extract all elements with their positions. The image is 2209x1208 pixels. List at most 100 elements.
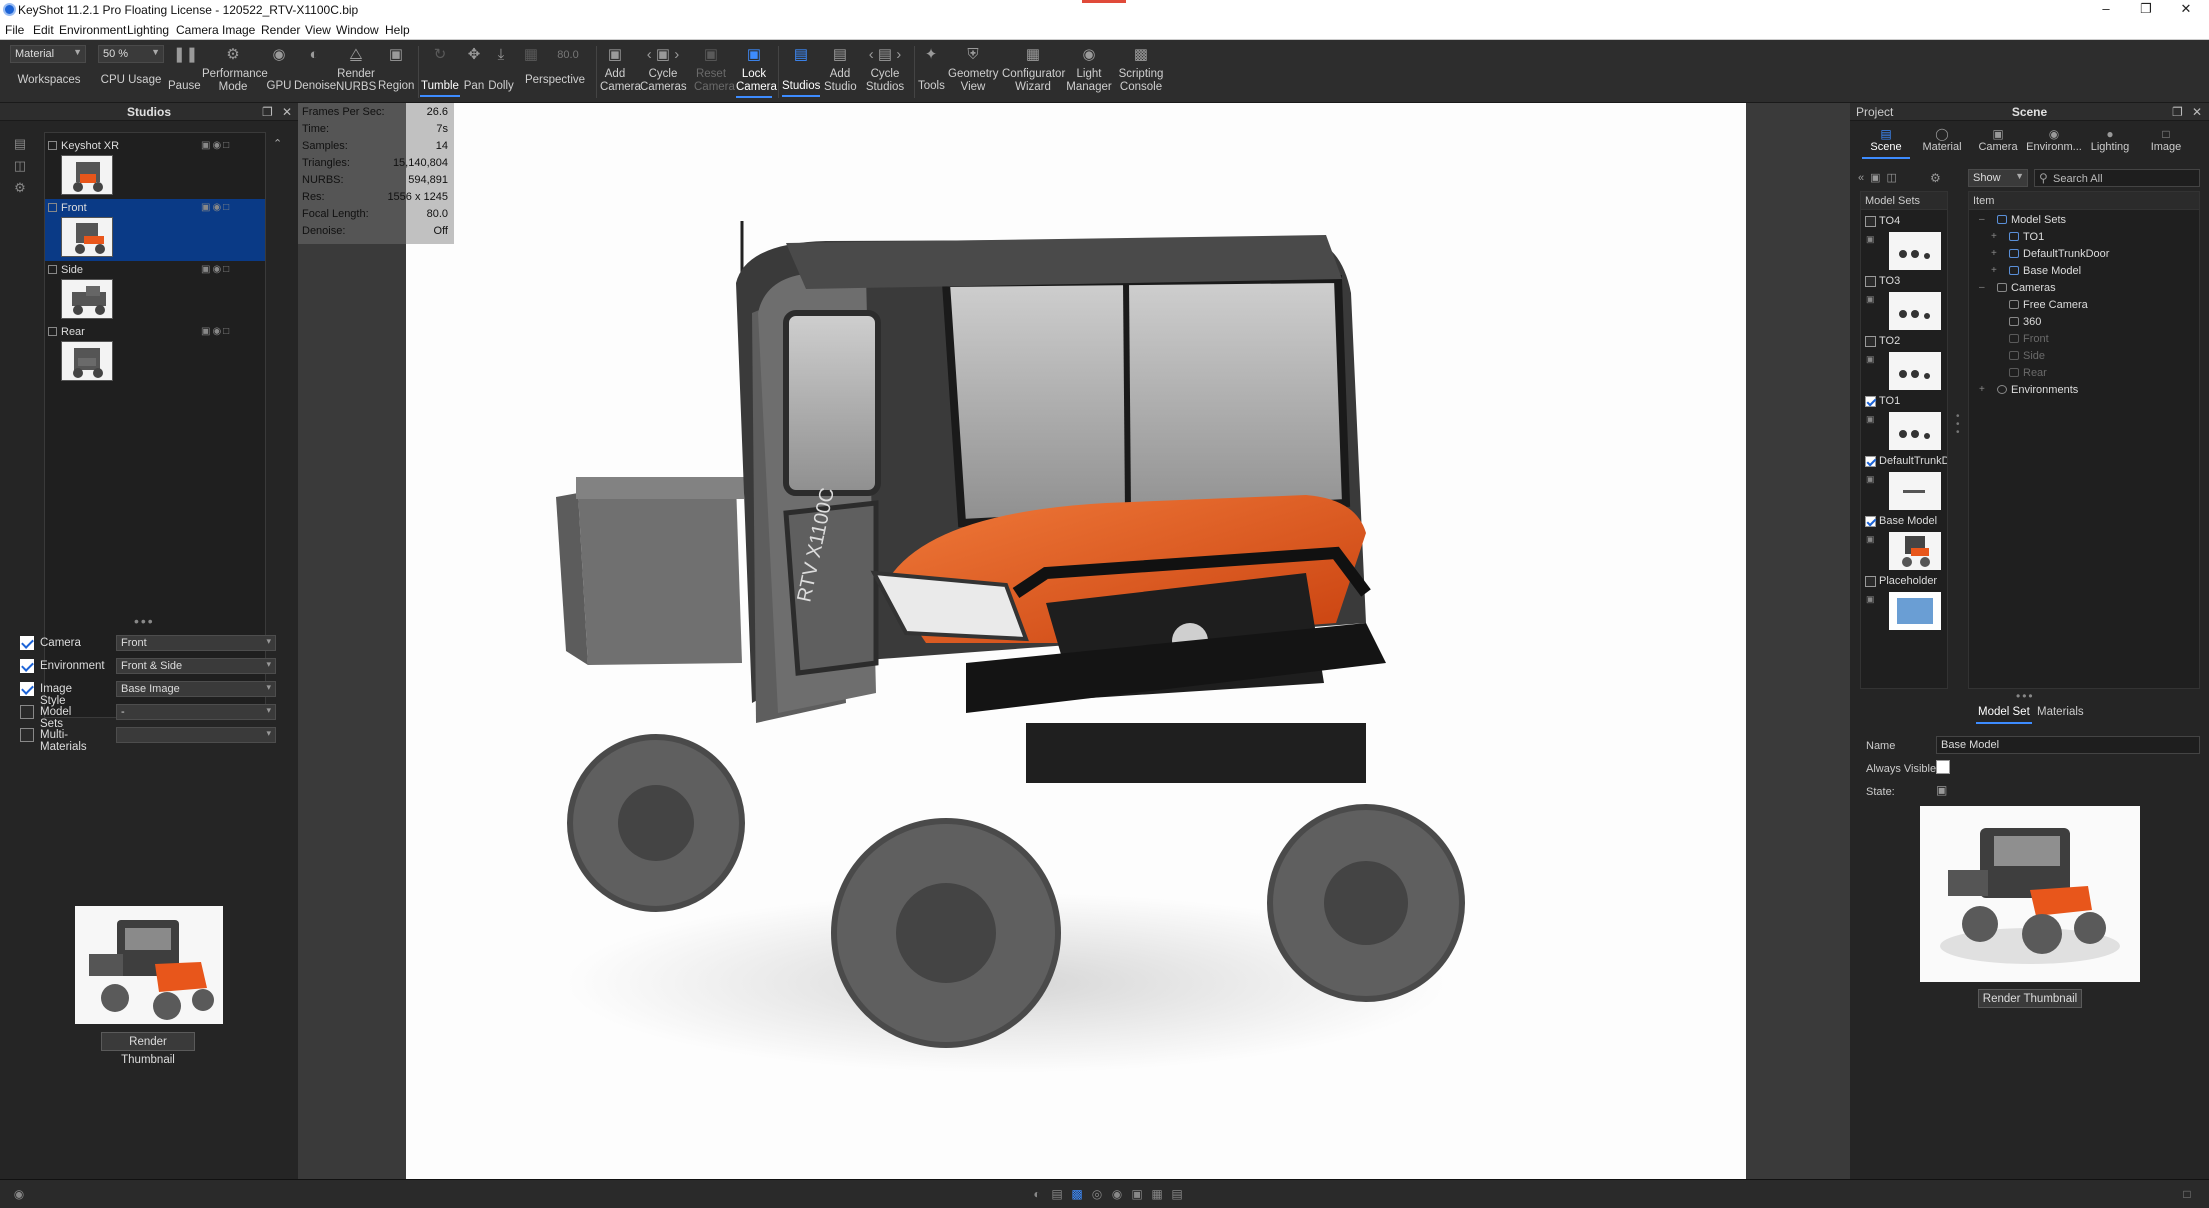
- tab-lighting[interactable]: ● Lighting: [2082, 127, 2138, 153]
- menu-file[interactable]: File: [5, 23, 24, 37]
- configurator-icon[interactable]: ▤: [1170, 1187, 1184, 1201]
- model-set-checkbox[interactable]: [1865, 336, 1876, 347]
- tumble-button[interactable]: ↻Tumble: [420, 46, 460, 97]
- pan-button[interactable]: ✥ Pan: [462, 46, 486, 93]
- render-thumbnail-button[interactable]: Render Thumbnail: [101, 1032, 195, 1066]
- menu-image[interactable]: Image: [222, 23, 255, 37]
- model-set-item[interactable]: DefaultTrunkD ▣: [1861, 452, 1947, 512]
- tab-image[interactable]: □ Image: [2138, 127, 2194, 153]
- model-set-item[interactable]: Base Model ▣: [1861, 512, 1947, 572]
- add-studio-button[interactable]: ▤ Add Studio: [824, 46, 857, 94]
- model-set-checkbox[interactable]: [1865, 216, 1876, 227]
- settings-icon[interactable]: ⚙: [1930, 171, 1941, 185]
- model-set-item[interactable]: TO4 ▣: [1861, 212, 1947, 272]
- menu-camera[interactable]: Camera: [176, 23, 219, 37]
- tab-environment[interactable]: ◉ Environm...: [2026, 127, 2082, 153]
- tree-node-side[interactable]: Side: [2009, 350, 2045, 365]
- studio-actions-icon[interactable]: ▣◉□: [201, 202, 231, 213]
- image-style-checkbox[interactable]: [20, 682, 34, 696]
- model-set-checkbox[interactable]: [1865, 276, 1876, 287]
- pause-button[interactable]: ❚❚ Pause: [168, 46, 201, 93]
- project-icon[interactable]: ▩: [1070, 1187, 1084, 1201]
- reset-camera-button[interactable]: ▣ Reset Camera: [694, 46, 735, 94]
- gpu-button[interactable]: ◉ GPU: [266, 46, 292, 93]
- scripting-console-button[interactable]: ▩ Scripting Console: [1116, 46, 1166, 94]
- image-style-dropdown[interactable]: Base Image ▾: [116, 681, 276, 697]
- tree-actions-icon[interactable]: «▣◫: [1858, 171, 1903, 184]
- panel-close-icon[interactable]: ✕: [282, 103, 292, 121]
- studio-item-side[interactable]: Side ▣◉□: [45, 261, 265, 323]
- tree-node-360[interactable]: 360: [2009, 316, 2041, 331]
- tree-node-free-camera[interactable]: Free Camera: [2009, 299, 2088, 314]
- resize-handle-icon[interactable]: •••: [134, 613, 155, 629]
- studio-actions-icon[interactable]: ▣◉□: [201, 326, 231, 337]
- dolly-button[interactable]: ⤓ Dolly: [486, 46, 516, 93]
- camera-dropdown[interactable]: Front ▾: [116, 635, 276, 651]
- tree-node-environments[interactable]: + Environments: [1979, 384, 2078, 399]
- model-set-checkbox[interactable]: [1865, 456, 1876, 467]
- tree-node-rear[interactable]: Rear: [2009, 367, 2047, 382]
- add-camera-button[interactable]: ▣ Add Camera: [600, 46, 641, 94]
- visibility-icon[interactable]: ◉: [12, 1187, 26, 1201]
- perspective-button[interactable]: Perspective: [524, 74, 586, 87]
- tree-node-to1[interactable]: + TO1: [1991, 231, 2044, 246]
- denoise-button[interactable]: ◐ Denoise: [294, 46, 336, 93]
- show-dropdown[interactable]: Show ▼: [1968, 169, 2028, 187]
- panel-close-icon[interactable]: ✕: [2192, 103, 2202, 121]
- delete-icon[interactable]: ◫: [12, 159, 28, 173]
- subtab-model-set[interactable]: Model Set: [1976, 706, 2032, 724]
- lock-camera-button[interactable]: ▣ Lock Camera: [736, 46, 777, 98]
- performance-mode-button[interactable]: ⚙ Performance Mode: [202, 46, 268, 94]
- tools-button[interactable]: ✦ Tools: [918, 46, 945, 93]
- expand-icon[interactable]: □: [2180, 1187, 2194, 1201]
- render-thumbnail-button[interactable]: Render Thumbnail: [1978, 989, 2082, 1008]
- minimize-icon[interactable]: –: [2086, 1, 2126, 16]
- grid-icon[interactable]: ▦: [520, 46, 542, 68]
- splitter-handle-icon[interactable]: • • •: [1956, 412, 1960, 438]
- model-sets-checkbox[interactable]: [20, 705, 34, 719]
- menu-edit[interactable]: Edit: [33, 23, 54, 37]
- menu-lighting[interactable]: Lighting: [127, 23, 169, 37]
- multi-materials-dropdown[interactable]: ▾: [116, 727, 276, 743]
- tab-material[interactable]: ◯ Material: [1914, 127, 1970, 153]
- menu-environment[interactable]: Environment: [59, 23, 126, 37]
- keyshotxr-icon[interactable]: ◉: [1110, 1187, 1124, 1201]
- workspace-select[interactable]: Material ▼: [10, 45, 86, 63]
- environment-checkbox[interactable]: [20, 659, 34, 673]
- tree-node-front[interactable]: Front: [2009, 333, 2049, 348]
- material-library-icon[interactable]: ◐: [1030, 1187, 1044, 1201]
- model-sets-dropdown[interactable]: - ▾: [116, 704, 276, 720]
- cycle-cameras-button[interactable]: ‹ ▣ › Cycle Cameras: [640, 46, 687, 94]
- geometry-view-button[interactable]: ⛨ Geometry View: [948, 46, 999, 94]
- menu-help[interactable]: Help: [385, 23, 410, 37]
- camera-checkbox[interactable]: [20, 636, 34, 650]
- model-set-item[interactable]: Placeholder ▣: [1861, 572, 1947, 632]
- restore-icon[interactable]: ❐: [2126, 1, 2166, 17]
- workspaces-button[interactable]: Workspaces: [14, 74, 84, 87]
- undock-icon[interactable]: ❐: [2172, 103, 2183, 121]
- region-button[interactable]: ▣ Region: [378, 46, 414, 93]
- tree-node-cameras[interactable]: – Cameras: [1979, 282, 2056, 297]
- environment-dropdown[interactable]: Front & Side ▾: [116, 658, 276, 674]
- search-input[interactable]: ⚲ Search All: [2034, 169, 2200, 187]
- studios-button[interactable]: ▤ Studios: [782, 46, 820, 97]
- render-canvas[interactable]: RTV X1100C y x z: [406, 103, 1746, 1179]
- multi-materials-checkbox[interactable]: [20, 728, 34, 742]
- zoom-select[interactable]: 50 % ▼: [98, 45, 164, 63]
- studio-item-rear[interactable]: Rear ▣◉□: [45, 323, 265, 385]
- name-field[interactable]: Base Model: [1936, 736, 2200, 754]
- add-studio-icon[interactable]: ▤: [12, 137, 28, 151]
- render-nurbs-button[interactable]: ⧋ Render NURBS: [336, 46, 376, 94]
- render-icon[interactable]: ▣: [1130, 1187, 1144, 1201]
- tab-scene[interactable]: ▤ Scene: [1858, 127, 1914, 159]
- library-icon[interactable]: ▤: [1050, 1187, 1064, 1201]
- state-lock-icon[interactable]: ▣: [1936, 783, 1947, 797]
- model-set-item[interactable]: TO3 ▣: [1861, 272, 1947, 332]
- settings-icon[interactable]: ⚙: [12, 181, 28, 195]
- resize-handle-icon[interactable]: •••: [2016, 689, 2035, 703]
- studio-item-keyshot-xr[interactable]: Keyshot XR ▣◉□: [45, 137, 265, 199]
- collapse-icon[interactable]: ⌃: [273, 137, 282, 150]
- studio-actions-icon[interactable]: ▣◉□: [201, 140, 231, 151]
- model-set-item[interactable]: TO1 ▣: [1861, 392, 1947, 452]
- close-icon[interactable]: ✕: [2166, 1, 2206, 17]
